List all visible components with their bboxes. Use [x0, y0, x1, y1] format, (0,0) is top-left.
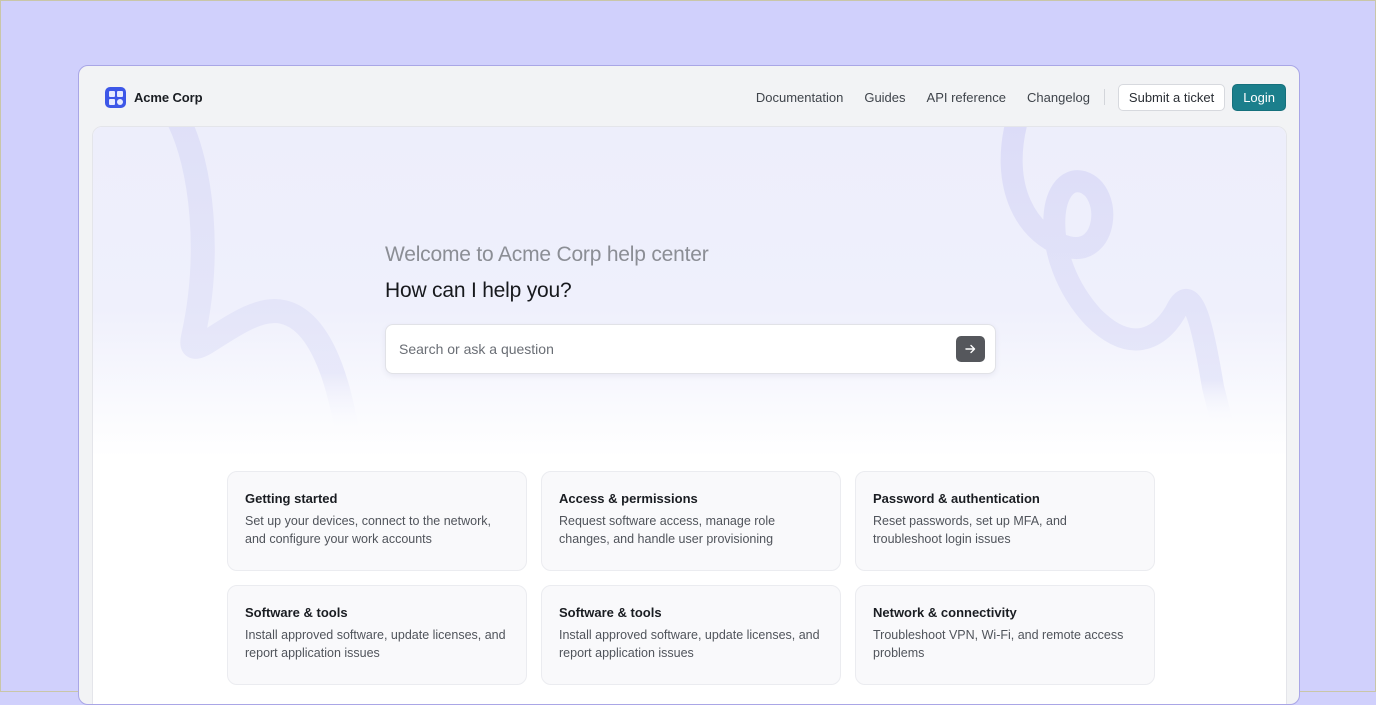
brand-name: Acme Corp [134, 89, 203, 105]
nav-link-changelog[interactable]: Changelog [1027, 90, 1090, 105]
nav-link-api-reference[interactable]: API reference [927, 90, 1007, 105]
card-title: Getting started [245, 491, 338, 506]
search-box [385, 324, 996, 374]
category-card-password-authentication[interactable]: Password & authentication Reset password… [855, 471, 1155, 571]
card-description: Troubleshoot VPN, Wi-Fi, and remote acce… [873, 628, 1124, 660]
top-navigation-bar: Acme Corp Documentation Guides API refer… [79, 66, 1299, 126]
hero-heading: How can I help you? [385, 279, 572, 302]
category-card-network-connectivity[interactable]: Network & connectivity Troubleshoot VPN,… [855, 585, 1155, 685]
category-card-software-tools[interactable]: Software & tools Install approved softwa… [227, 585, 527, 685]
hero-section: Welcome to Acme Corp help center How can… [385, 243, 997, 374]
nav-link-documentation[interactable]: Documentation [756, 90, 843, 105]
nav-divider [1103, 89, 1105, 105]
card-description: Set up your devices, connect to the netw… [245, 514, 491, 546]
brand[interactable]: Acme Corp [105, 86, 203, 108]
card-description: Install approved software, update licens… [245, 628, 506, 660]
nav-menu: Documentation Guides API reference Chang… [756, 83, 1286, 111]
card-description: Install approved software, update licens… [559, 628, 820, 660]
category-card-getting-started[interactable]: Getting started Set up your devices, con… [227, 471, 527, 571]
search-submit-button[interactable] [956, 336, 985, 362]
hero-welcome-text: Welcome to Acme Corp help center [385, 243, 709, 266]
nav-link-guides[interactable]: Guides [864, 90, 905, 105]
main-content-panel: Welcome to Acme Corp help center How can… [92, 126, 1287, 704]
login-button[interactable]: Login [1232, 83, 1286, 111]
category-card-access-permissions[interactable]: Access & permissions Request software ac… [541, 471, 841, 571]
arrow-right-icon [965, 344, 976, 354]
card-title: Software & tools [559, 605, 662, 620]
category-cards-grid: Getting started Set up your devices, con… [227, 471, 1155, 685]
card-description: Request software access, manage role cha… [559, 514, 776, 546]
browser-window: Acme Corp Documentation Guides API refer… [78, 65, 1300, 705]
card-title: Software & tools [245, 605, 348, 620]
card-description: Reset passwords, set up MFA, and trouble… [873, 514, 1067, 546]
grid-logo-icon [105, 86, 126, 108]
search-input[interactable] [399, 325, 939, 373]
category-card-software-tools-2[interactable]: Software & tools Install approved softwa… [541, 585, 841, 685]
card-title: Access & permissions [559, 491, 698, 506]
submit-ticket-button[interactable]: Submit a ticket [1117, 83, 1226, 111]
card-title: Password & authentication [873, 491, 1040, 506]
card-title: Network & connectivity [873, 605, 1017, 620]
